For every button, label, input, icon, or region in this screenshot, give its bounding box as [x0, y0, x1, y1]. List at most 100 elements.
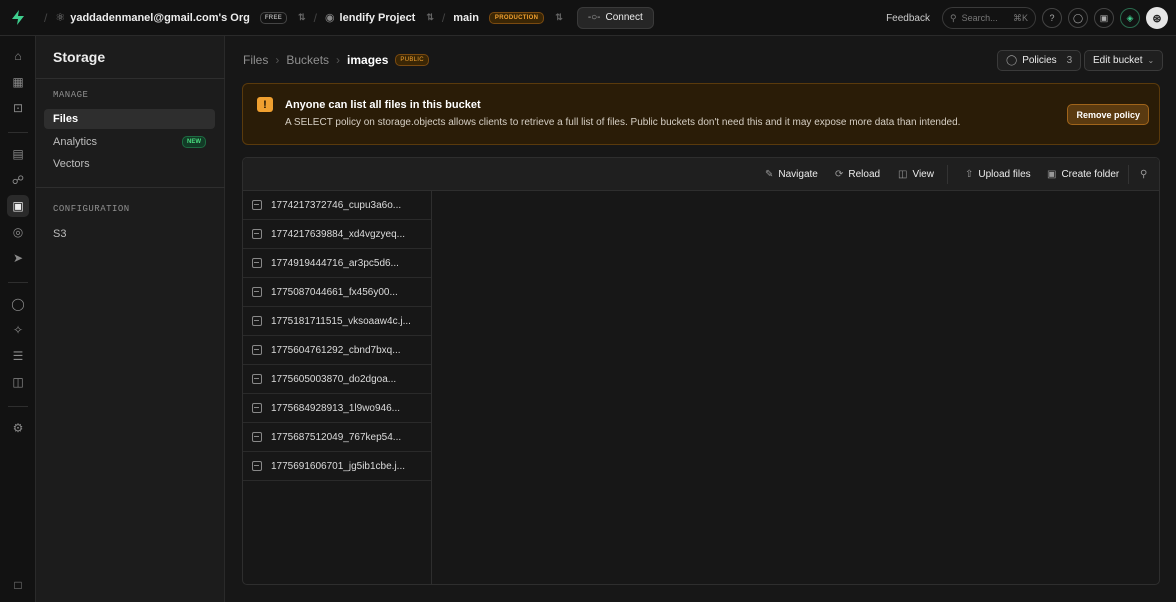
policies-label: Policies [1022, 55, 1057, 66]
image-file-icon [252, 200, 262, 210]
chevron-updown-icon: ⇅ [555, 12, 563, 22]
database-icon[interactable]: ▤ [7, 143, 29, 165]
sidebar-item-analytics[interactable]: Analytics NEW [44, 132, 215, 152]
folder-plus-icon: ▣ [1047, 169, 1057, 180]
sidebar-item-label: Analytics [53, 136, 98, 148]
file-row[interactable]: 1774217639884_xd4vgzyeq... [243, 220, 431, 249]
collapse-sidebar-icon[interactable]: □ [7, 574, 29, 596]
org-name: yaddadenmanel@gmail.com's Org [70, 11, 250, 24]
assistant-icon[interactable]: ◈ [1120, 8, 1140, 28]
toolbar-divider [947, 165, 948, 184]
sidebar-title: Storage [53, 49, 106, 65]
divider [36, 78, 225, 79]
search-icon: ⚲ [1140, 169, 1148, 180]
lightbulb-icon[interactable]: ◯ [1068, 8, 1088, 28]
breadcrumb-files[interactable]: Files [243, 53, 268, 67]
table-editor-icon[interactable]: ▦ [7, 71, 29, 93]
file-row[interactable]: 1775605003870_do2dgoa... [243, 365, 431, 394]
top-bar: / ⚛ yaddadenmanel@gmail.com's Org FREE ⇅… [0, 0, 1176, 36]
image-file-icon [252, 316, 262, 326]
reload-button[interactable]: ⟳ Reload [835, 158, 880, 191]
rail-divider [8, 132, 28, 133]
sidebar-item-s3[interactable]: S3 [44, 224, 215, 244]
create-folder-button[interactable]: ▣ Create folder [1047, 158, 1119, 191]
navigate-button[interactable]: ✎ Navigate [765, 158, 818, 191]
warning-banner: ! Anyone can list all files in this buck… [242, 83, 1160, 145]
org-icon: ⚛ [55, 12, 66, 24]
upload-files-button[interactable]: ⇧ Upload files [965, 158, 1031, 191]
remove-policy-button[interactable]: Remove policy [1067, 104, 1149, 125]
connect-button[interactable]: -○- Connect [576, 6, 654, 29]
project-name: lendify Project [339, 11, 416, 24]
image-file-icon [252, 345, 262, 355]
file-name: 1774217372746_cupu3a6o... [271, 199, 402, 211]
icon-rail: ⌂ ▦ ⊡ ▤ ☍ ▣ ◎ ➤ ◯ ✧ ☰ ◫ ⚙ □ [0, 36, 36, 602]
edge-functions-icon[interactable]: ◎ [7, 221, 29, 243]
sidebar-item-vectors[interactable]: Vectors [44, 154, 215, 174]
settings-gear-icon[interactable]: ⚙ [7, 417, 29, 439]
upload-icon: ⇧ [965, 169, 974, 180]
sql-editor-icon[interactable]: ⊡ [7, 97, 29, 119]
breadcrumb-separator: › [275, 53, 280, 67]
refresh-icon: ⟳ [835, 169, 844, 180]
file-row[interactable]: 1775604761292_cbnd7bxq... [243, 336, 431, 365]
observability-telescope-icon[interactable]: ✧ [7, 319, 29, 341]
breadcrumb-separator: › [336, 53, 341, 67]
file-name: 1775691606701_jg5ib1cbe.j... [271, 460, 406, 472]
file-name: 1775687512049_767kep54... [271, 431, 402, 443]
sidebar-item-files[interactable]: Files [44, 109, 215, 129]
file-row[interactable]: 1775691606701_jg5ib1cbe.j... [243, 452, 431, 481]
breadcrumb-buckets[interactable]: Buckets [286, 53, 329, 67]
public-badge: PUBLIC [395, 54, 429, 66]
org-selector[interactable]: ⚛ yaddadenmanel@gmail.com's Org FREE ⇅ [55, 11, 306, 24]
pencil-icon: ✎ [765, 169, 774, 180]
home-icon[interactable]: ⌂ [7, 45, 29, 67]
navigate-label: Navigate [778, 169, 818, 180]
file-row[interactable]: 1775684928913_1l9wo946... [243, 394, 431, 423]
file-name: 1775181711515_vksoaaw4c.j... [271, 315, 411, 327]
search-input[interactable]: ⚲ Search... ⌘K [942, 7, 1036, 29]
logs-list-icon[interactable]: ☰ [7, 345, 29, 367]
image-file-icon [252, 287, 262, 297]
auth-lock-icon[interactable]: ☍ [7, 169, 29, 191]
file-row[interactable]: 1774217372746_cupu3a6o... [243, 191, 431, 220]
section-label-configuration: CONFIGURATION [53, 204, 130, 214]
search-files-button[interactable]: ⚲ [1140, 158, 1147, 191]
realtime-icon[interactable]: ➤ [7, 247, 29, 269]
project-icon: ◉ [324, 12, 335, 24]
create-folder-label: Create folder [1061, 169, 1120, 180]
file-row[interactable]: 1775181711515_vksoaaw4c.j... [243, 307, 431, 336]
main-content: Files › Buckets › images PUBLIC ◯ Polici… [225, 36, 1176, 602]
chevron-updown-icon: ⇅ [298, 12, 306, 22]
help-icon[interactable]: ? [1042, 8, 1062, 28]
view-button[interactable]: ◫ View [898, 158, 934, 191]
breadcrumb: Files › Buckets › images PUBLIC [243, 53, 429, 67]
feedback-button[interactable]: Feedback [886, 13, 930, 24]
edit-bucket-button[interactable]: Edit bucket ⌄ [1084, 50, 1164, 71]
storage-icon[interactable]: ▣ [7, 195, 29, 217]
file-name: 1775684928913_1l9wo946... [271, 402, 401, 414]
supabase-logo-icon[interactable] [0, 0, 36, 36]
columns-icon: ◫ [898, 169, 908, 180]
avatar[interactable]: ⊛ [1146, 7, 1168, 29]
project-selector[interactable]: ◉ lendify Project ⇅ [324, 11, 434, 25]
breadcrumb-current-bucket: images [347, 53, 389, 67]
warning-triangle-icon: ! [257, 97, 273, 112]
image-file-icon [252, 432, 262, 442]
file-row[interactable]: 1775087044661_fx456y00... [243, 278, 431, 307]
file-name: 1775605003870_do2dgoa... [271, 373, 397, 385]
file-toolbar: ✎ Navigate ⟳ Reload ◫ View ⇧ Upload file… [243, 158, 1159, 191]
search-shortcut: ⌘K [1012, 12, 1028, 23]
policies-button[interactable]: ◯ Policies 3 [997, 50, 1082, 71]
file-row[interactable]: 1774919444716_ar3pc5d6... [243, 249, 431, 278]
file-row[interactable]: 1775687512049_767kep54... [243, 423, 431, 452]
terminal-icon[interactable]: ▣ [1094, 8, 1114, 28]
chevron-updown-icon: ⇅ [426, 12, 434, 22]
file-name: 1774217639884_xd4vgzyeq... [271, 228, 406, 240]
image-file-icon [252, 258, 262, 268]
integrations-icon[interactable]: ◫ [7, 371, 29, 393]
search-icon: ⚲ [950, 12, 957, 23]
separator: / [44, 10, 48, 25]
branch-selector[interactable]: main PRODUCTION ⇅ [453, 11, 563, 24]
advisors-lightbulb-icon[interactable]: ◯ [7, 293, 29, 315]
